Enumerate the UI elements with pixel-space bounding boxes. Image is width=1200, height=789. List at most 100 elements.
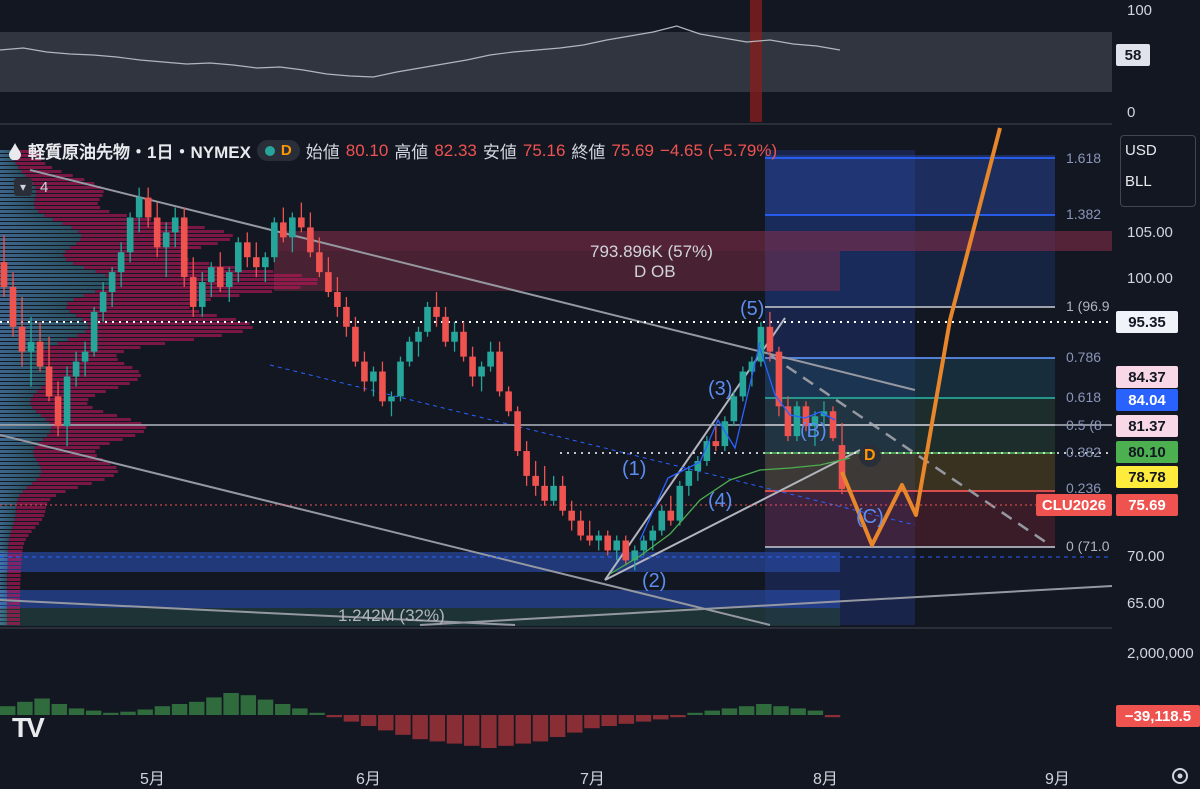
demand-zone-1 xyxy=(0,552,840,572)
macd-bar xyxy=(773,706,789,715)
profile-bar xyxy=(57,342,166,345)
profile-bar xyxy=(7,622,21,625)
price-chart[interactable] xyxy=(0,0,1200,789)
candle-body xyxy=(207,267,215,283)
profile-bar xyxy=(32,406,93,409)
macd-bar xyxy=(567,715,583,733)
profile-bar-value xyxy=(0,602,8,605)
macd-bar xyxy=(584,715,600,729)
profile-bar-value xyxy=(0,382,46,385)
currency-unit[interactable]: BLL xyxy=(1121,159,1195,190)
profile-bar-value xyxy=(0,398,31,401)
macd-bar xyxy=(189,701,205,715)
profile-bar xyxy=(7,566,22,569)
profile-bar-value xyxy=(0,218,53,221)
candle-body xyxy=(442,316,449,342)
candle-body xyxy=(298,217,305,228)
profile-bar xyxy=(11,530,32,533)
profile-bar-value xyxy=(0,274,106,277)
profile-bar xyxy=(67,302,194,305)
candle-body xyxy=(289,217,296,238)
candle-body xyxy=(162,232,170,248)
chart-window: { "symbol": { "name": "軽質原油先物・1日・NYMEX",… xyxy=(0,0,1200,789)
profile-bar-value xyxy=(0,606,8,609)
candle-body xyxy=(90,311,98,352)
currency-usd[interactable]: USD xyxy=(1121,136,1195,159)
profile-bar-value xyxy=(0,590,8,593)
fib-0618: 0.618 xyxy=(1066,389,1102,405)
candle-body xyxy=(180,217,188,278)
gear-icon[interactable] xyxy=(1170,766,1190,786)
fib-zone-yellow xyxy=(765,453,1055,491)
profile-bar xyxy=(77,334,222,337)
d-marker[interactable]: D xyxy=(864,447,876,465)
profile-bar xyxy=(42,438,123,441)
profile-bar xyxy=(41,386,119,389)
profile-bar-value xyxy=(0,498,18,501)
price-tag: 80.10 xyxy=(1116,441,1178,463)
profile-bar xyxy=(7,618,21,621)
candle-body xyxy=(253,257,260,268)
candle-body xyxy=(135,197,143,218)
profile-bar-value xyxy=(0,254,64,257)
profile-bar-value xyxy=(0,550,8,553)
candle-body xyxy=(613,540,621,551)
profile-bar-value xyxy=(0,566,8,569)
profile-bar xyxy=(83,266,240,269)
symbol-header[interactable]: 軽質原油先物・1日・NYMEX D 始値 80.10 高値 82.33 安値 75.1… xyxy=(8,138,777,163)
candle-body xyxy=(523,451,530,476)
profile-bar-value xyxy=(0,530,12,533)
profile-bar xyxy=(19,494,57,497)
profile-bar-value xyxy=(0,430,51,433)
candle-body xyxy=(658,510,666,531)
candle-body xyxy=(649,530,657,541)
macd-bar xyxy=(274,704,291,715)
candle-body xyxy=(739,371,747,397)
profile-bar-value xyxy=(0,622,8,625)
price-tick-100: 100.00 xyxy=(1127,270,1173,287)
profile-bar-value xyxy=(0,390,38,393)
symbol-name[interactable]: 軽質原油先物・1日・NYMEX xyxy=(28,138,251,163)
candle-body xyxy=(171,217,179,233)
macd-bar xyxy=(137,709,153,715)
ob-name-label: D OB xyxy=(634,262,676,281)
profile-bar xyxy=(7,594,21,597)
profile-bar-value xyxy=(0,486,28,489)
profile-bar-value xyxy=(0,230,79,233)
profile-bar xyxy=(7,586,21,589)
profile-bar xyxy=(65,250,187,253)
profile-bar-value xyxy=(0,522,14,525)
wave-5: (5) xyxy=(740,298,765,320)
status-pill[interactable]: D xyxy=(256,140,300,161)
chevron-down-icon[interactable]: ▾ xyxy=(14,178,32,196)
profile-bar-value xyxy=(0,418,46,421)
profile-bar-value xyxy=(0,334,78,337)
currency-selector[interactable]: USD BLL xyxy=(1120,135,1196,207)
candle-body xyxy=(676,485,684,521)
profile-bar-value xyxy=(0,250,66,253)
change-value: −4.65 (−5.79%) xyxy=(659,140,778,160)
profile-bar-value xyxy=(0,462,39,465)
profile-bar-value xyxy=(0,374,50,377)
macd-bar xyxy=(343,715,360,722)
macd-histogram xyxy=(0,693,841,748)
profile-bar xyxy=(15,510,46,513)
candle-body xyxy=(595,535,603,541)
indicator-toggle[interactable]: ▾ 4 xyxy=(14,178,48,196)
price-tag: 84.04 xyxy=(1116,389,1178,411)
profile-bar-value xyxy=(0,458,36,461)
candle-body xyxy=(604,535,612,551)
macd-bar xyxy=(756,704,772,715)
macd-bar xyxy=(601,715,617,726)
candle-body xyxy=(27,341,35,352)
macd-bar xyxy=(171,704,188,715)
candle-body xyxy=(685,470,693,486)
price-tag: 81.37 xyxy=(1116,415,1178,437)
macd-bar xyxy=(360,715,377,726)
candle-body xyxy=(343,306,350,327)
tradingview-logo[interactable]: TV xyxy=(12,712,45,744)
profile-bar-value xyxy=(0,558,8,561)
profile-bar-value xyxy=(0,402,31,405)
profile-bar xyxy=(7,550,23,553)
macd-bar xyxy=(378,715,394,731)
